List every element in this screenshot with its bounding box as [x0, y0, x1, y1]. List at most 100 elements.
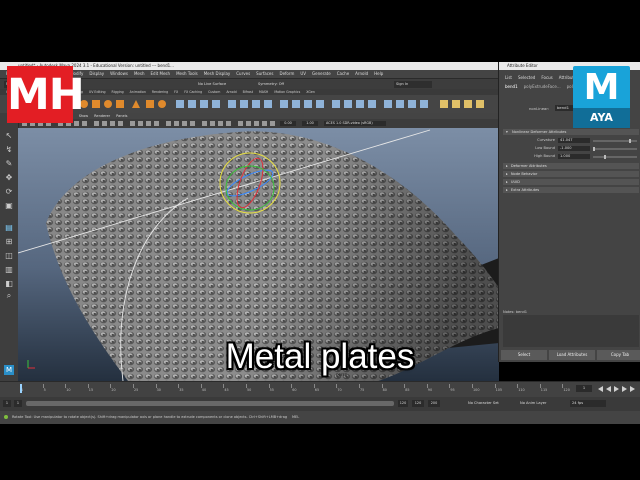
- menu-item[interactable]: Windows: [110, 71, 128, 76]
- time-tick-label: 35: [179, 388, 184, 392]
- collapsed-section[interactable]: ▸ Extra Attributes: [503, 187, 639, 193]
- menu-item[interactable]: Surfaces: [256, 71, 273, 76]
- lasso-tool-icon[interactable]: ↯: [4, 145, 14, 155]
- attribute-row: Low Bound -1.000: [503, 145, 639, 152]
- exposure-field[interactable]: 0.00: [280, 121, 296, 126]
- layout-side-icon[interactable]: ◫: [4, 251, 14, 261]
- menu-item[interactable]: Help: [374, 71, 383, 76]
- section-closed-icon: ▸: [506, 180, 508, 184]
- time-tick-label: 70: [337, 388, 342, 392]
- time-ruler: 1 5 10 15 20 25 30 35 40 45 50 55 60 65 70 75 80 85 90 95 10…: [20, 384, 572, 393]
- attribute-tab[interactable]: bend1: [505, 84, 518, 89]
- scale-tool-icon[interactable]: ▣: [4, 201, 14, 211]
- menu-item[interactable]: UV: [300, 71, 306, 76]
- attribute-value-field[interactable]: 1.000: [558, 154, 590, 159]
- mel-label: MEL: [292, 415, 300, 419]
- slider-knob[interactable]: [603, 155, 606, 159]
- shelf-tab[interactable]: Rigging: [112, 90, 124, 94]
- shelf-tab[interactable]: FX: [174, 90, 178, 94]
- fps-dropdown[interactable]: 24 fps: [570, 400, 606, 407]
- symmetry-dropdown[interactable]: Symmetry: Off: [258, 81, 306, 88]
- shelf-tab[interactable]: XGen: [306, 90, 315, 94]
- viewport-menu-item[interactable]: Renderer: [94, 114, 110, 118]
- time-tick-label: 110: [518, 388, 525, 392]
- rotate-tool-icon[interactable]: ⟳: [4, 187, 14, 197]
- menu-item[interactable]: Mesh: [134, 71, 145, 76]
- shelf-tab[interactable]: Arnold: [226, 90, 236, 94]
- shelf-tab[interactable]: Custom: [208, 90, 220, 94]
- range-field-a[interactable]: 1: [14, 400, 22, 407]
- current-frame-field[interactable]: 1: [576, 385, 592, 392]
- layout-outliner-icon[interactable]: ▥: [4, 265, 14, 275]
- attribute-value-field[interactable]: 41.047: [558, 138, 590, 143]
- menu-item[interactable]: Curves: [236, 71, 250, 76]
- shelf-tab[interactable]: Animation: [130, 90, 146, 94]
- paint-select-icon[interactable]: ✎: [4, 159, 14, 169]
- menu-item[interactable]: Arnold: [355, 71, 368, 76]
- attribute-value-field[interactable]: -1.000: [558, 146, 590, 151]
- section-nonlinear-deformer[interactable]: ▾ Nonlinear Deformer Attributes: [503, 129, 639, 135]
- time-tick-label: 40: [201, 388, 207, 392]
- menu-item[interactable]: Cache: [337, 71, 349, 76]
- current-time-indicator[interactable]: [20, 384, 22, 393]
- mh-logo: MH: [7, 66, 85, 123]
- collapsed-section[interactable]: ▸ Deformer Attributes: [503, 163, 639, 169]
- attribute-slider[interactable]: [593, 139, 637, 143]
- section-title: Nonlinear Deformer Attributes: [511, 130, 567, 134]
- menu-item[interactable]: Generate: [312, 71, 331, 76]
- attribute-slider[interactable]: [593, 147, 637, 151]
- status-dot-icon: [4, 415, 8, 419]
- slider-knob[interactable]: [593, 147, 595, 151]
- range-slider[interactable]: [26, 401, 394, 406]
- time-tick-label: 30: [156, 388, 161, 392]
- shelf-tab[interactable]: FX Caching: [184, 90, 202, 94]
- layout-single-icon[interactable]: ▤: [4, 223, 14, 233]
- layout-four-icon[interactable]: ⊞: [4, 237, 14, 247]
- help-text: Rotate Tool: Use manipulator to rotate o…: [12, 415, 288, 419]
- sign-in-button[interactable]: Sign In: [394, 81, 432, 88]
- collapsed-section[interactable]: ▸ Node Behavior: [503, 171, 639, 177]
- range-field-b[interactable]: 120: [412, 400, 424, 407]
- shelf-tab[interactable]: Rendering: [152, 90, 168, 94]
- color-space-dropdown[interactable]: ACES 1.0 SDR-video (sRGB): [324, 121, 386, 126]
- menu-item[interactable]: Deform: [279, 71, 294, 76]
- attribute-menu-item[interactable]: Selected: [518, 75, 535, 80]
- gamma-field[interactable]: 1.00: [302, 121, 318, 126]
- layout-graph-icon[interactable]: ◧: [4, 279, 14, 289]
- collapsed-section[interactable]: ▸ UUID: [503, 179, 639, 185]
- viewport-menu-item[interactable]: Panels: [116, 114, 127, 118]
- menu-item[interactable]: Display: [89, 71, 104, 76]
- section-closed-icon: ▸: [506, 172, 508, 176]
- attribute-slider[interactable]: [593, 155, 637, 159]
- select-tool-icon[interactable]: ↖: [4, 131, 14, 141]
- maya-aya-logo: M AYA: [573, 66, 630, 128]
- time-slider[interactable]: 1 5 10 15 20 25 30 35 40 45 50 55 60 65 70 75 80 85 90 95 10…: [0, 381, 640, 398]
- attribute-menu-item[interactable]: Focus: [541, 75, 552, 80]
- time-tick-label: 20: [111, 388, 116, 392]
- maya-logo-letter: M: [583, 67, 620, 108]
- menu-item[interactable]: Edit Mesh: [151, 71, 171, 76]
- character-set-dropdown[interactable]: No Character Set: [468, 400, 510, 407]
- shelf-tab[interactable]: UV Editing: [89, 90, 106, 94]
- move-tool-icon[interactable]: ✥: [4, 173, 14, 183]
- anim-layer-dropdown[interactable]: No Anim Layer: [520, 400, 558, 407]
- attribute-editor-title: Attribute Editor: [507, 63, 538, 68]
- menu-item[interactable]: Mesh Display: [204, 71, 231, 76]
- shelf-tab[interactable]: MASH: [259, 90, 268, 94]
- viewport-toolbar-icons[interactable]: [18, 119, 498, 128]
- menu-item[interactable]: Mesh Tools: [176, 71, 198, 76]
- shelf-tab[interactable]: Bifrost: [243, 90, 253, 94]
- time-tick-label: 65: [314, 388, 320, 392]
- slider-knob[interactable]: [628, 139, 631, 143]
- range-field-c[interactable]: 200: [428, 400, 440, 407]
- playback-controls[interactable]: [596, 385, 640, 393]
- range-end-field[interactable]: 120: [398, 400, 408, 407]
- letterbox-bottom: [0, 424, 640, 480]
- zoom-icon[interactable]: ⌕: [4, 291, 14, 301]
- live-surface-field[interactable]: No Live Surface: [198, 81, 254, 88]
- attribute-label: Low Bound: [535, 146, 555, 150]
- attribute-menu-item[interactable]: List: [505, 75, 512, 80]
- range-start-field[interactable]: 1: [3, 400, 11, 407]
- shelf-tab[interactable]: Motion Graphics: [274, 90, 300, 94]
- attribute-tab[interactable]: polyExtrudeFace...: [524, 84, 561, 89]
